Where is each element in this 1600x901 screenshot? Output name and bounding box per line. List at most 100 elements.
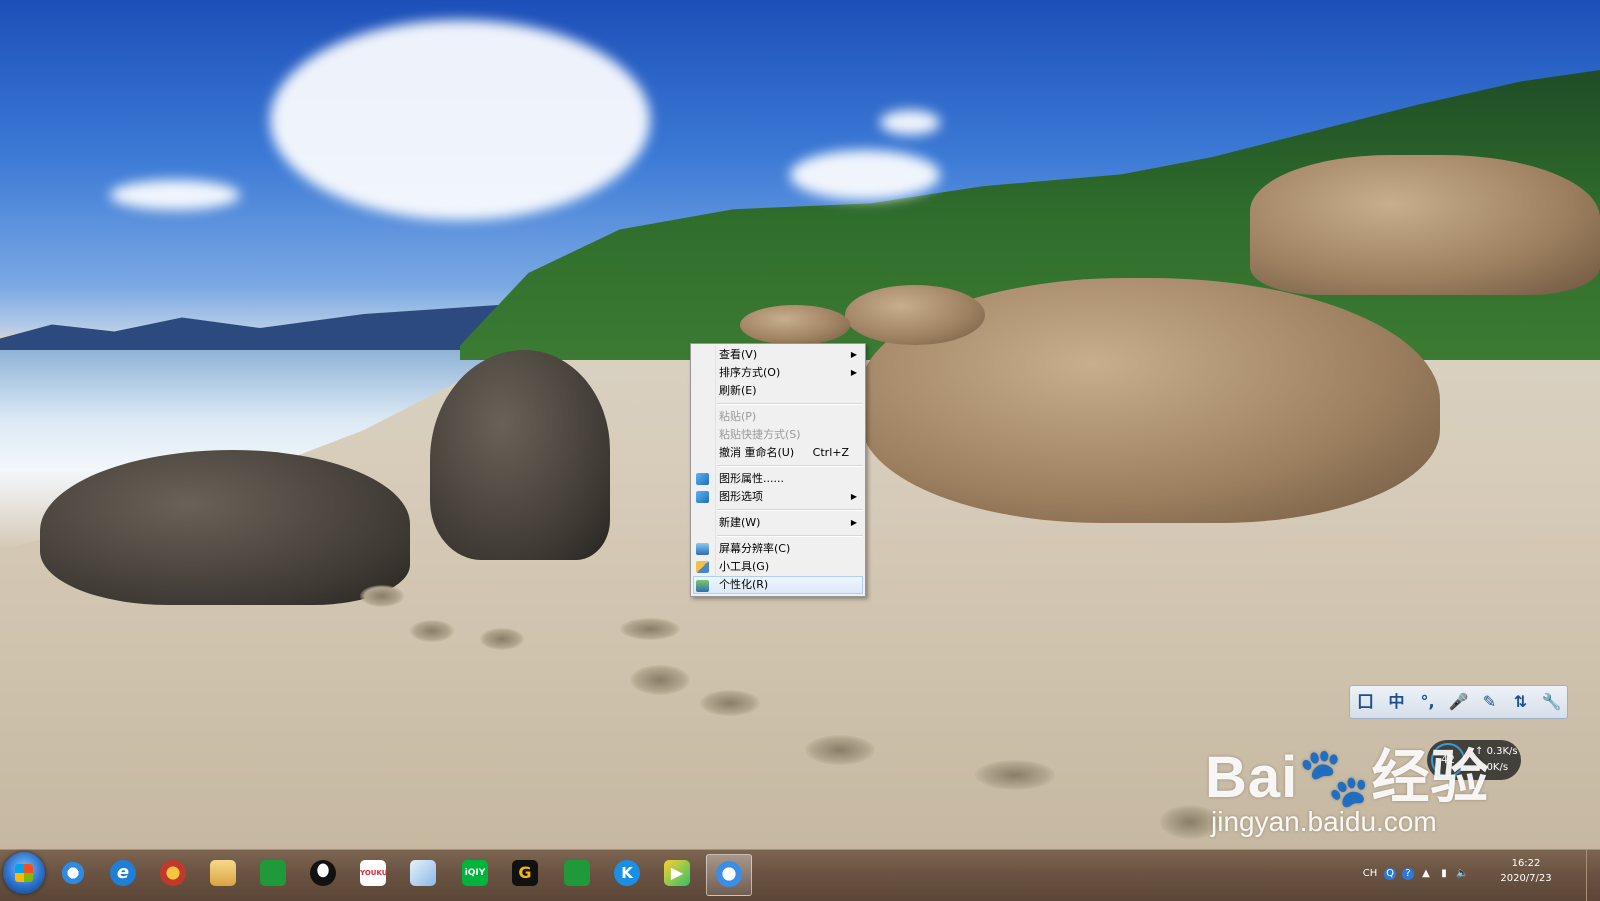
- menu-item-label: 撤消 重命名(U): [719, 446, 795, 459]
- game-icon: [160, 860, 186, 886]
- taskbar-app-active[interactable]: [706, 854, 752, 896]
- menu-item-label: 刷新(E): [719, 384, 757, 397]
- boulder-behind-menu: [740, 305, 850, 345]
- menu-item-graphics-options[interactable]: 图形选项 ▶: [691, 488, 865, 506]
- menu-separator: [717, 465, 863, 467]
- taskbar: e YOUKU iQIY G K ▶ CH Q ? ▲ ▮ 🔈 16:22 20…: [0, 849, 1600, 901]
- baidu-jingyan-watermark: Bai🐾经验 jingyan.baidu.com: [1205, 730, 1489, 838]
- taskbar-app-youku[interactable]: YOUKU: [351, 854, 395, 894]
- tray-expand-icon[interactable]: ▲: [1420, 868, 1432, 880]
- windows-logo-icon: [15, 864, 33, 882]
- language-indicator[interactable]: CH: [1362, 868, 1378, 880]
- watermark-brand: Bai🐾经验: [1205, 745, 1490, 810]
- taskbar-app-iqiyi[interactable]: iQIY: [453, 854, 497, 894]
- cloud: [880, 110, 940, 135]
- menu-item-label: 查看(V): [719, 348, 758, 361]
- video-player-icon: ▶: [664, 860, 690, 886]
- menu-item-label: 新建(W): [719, 516, 761, 529]
- system-clock[interactable]: 16:22 2020/7/23: [1496, 856, 1556, 886]
- menu-separator: [717, 403, 863, 405]
- menu-item-undo-rename[interactable]: 撤消 重命名(U) Ctrl+Z: [691, 444, 865, 462]
- menu-item-gadgets[interactable]: 小工具(G): [691, 558, 865, 576]
- menu-item-graphics-properties[interactable]: 图形属性......: [691, 470, 865, 488]
- footprint: [360, 585, 404, 607]
- ime-settings-icon[interactable]: 🔧: [1540, 690, 1564, 714]
- boulder-cluster: [1250, 155, 1600, 295]
- kugou-icon: K: [614, 860, 640, 886]
- taskbar-app-green-app-2[interactable]: [555, 854, 599, 894]
- ime-punctuation-icon[interactable]: °,: [1416, 690, 1440, 714]
- taskbar-app-green-app[interactable]: [251, 854, 295, 894]
- menu-item-label: 排序方式(O): [719, 366, 781, 379]
- baidu-netdisk-icon: [60, 860, 86, 886]
- ime-chinese-mode-icon[interactable]: 中: [1385, 690, 1409, 714]
- download-speed-value: 0K/s: [1486, 762, 1509, 773]
- menu-item-label: 粘贴(P): [719, 410, 757, 423]
- menu-item-label: 屏幕分辨率(C): [719, 542, 791, 555]
- menu-item-refresh[interactable]: 刷新(E): [691, 382, 865, 400]
- taskbar-app-internet-explorer[interactable]: e: [101, 854, 145, 894]
- small-boulder: [845, 285, 985, 345]
- taskbar-app-kugou[interactable]: K: [605, 854, 649, 894]
- lying-rock: [40, 450, 410, 605]
- youku-icon: YOUKU: [360, 860, 387, 886]
- menu-separator: [717, 509, 863, 511]
- g-app-icon: G: [512, 860, 538, 886]
- menu-item-sort-by[interactable]: 排序方式(O) ▶: [691, 364, 865, 382]
- taskbar-app-video-player[interactable]: ▶: [655, 854, 699, 894]
- start-button[interactable]: [3, 852, 45, 894]
- ime-toolbar: 囗 中 °, 🎤 ✎ ⇅ 🔧: [1349, 685, 1568, 719]
- volume-icon[interactable]: 🔈: [1456, 868, 1468, 880]
- taskbar-app-qq[interactable]: [301, 854, 345, 894]
- menu-separator: [717, 535, 863, 537]
- active-app-icon: [716, 861, 742, 887]
- menu-item-screen-resolution[interactable]: 屏幕分辨率(C): [691, 540, 865, 558]
- green-app-2-icon: [564, 860, 590, 886]
- taskbar-app-game[interactable]: [151, 854, 195, 894]
- green-app-icon: [260, 860, 286, 886]
- footprint: [630, 665, 690, 695]
- show-desktop-button[interactable]: [1586, 850, 1600, 901]
- taskbar-app-file-explorer[interactable]: [201, 854, 245, 894]
- menu-item-view[interactable]: 查看(V) ▶: [691, 346, 865, 364]
- footprint: [410, 620, 454, 642]
- footprint: [480, 628, 524, 650]
- screen-resolution-icon: [696, 543, 709, 555]
- menu-item-label: 图形选项: [719, 490, 763, 503]
- ime-voice-icon[interactable]: 🎤: [1447, 690, 1471, 714]
- taskbar-app-g[interactable]: G: [503, 854, 547, 894]
- upload-speed-value: 0.3K/s: [1486, 746, 1518, 757]
- menu-item-shortcut: Ctrl+Z: [812, 446, 849, 459]
- ime-screenshot-icon[interactable]: 囗: [1354, 690, 1378, 714]
- cloud: [790, 150, 940, 200]
- menu-item-personalize[interactable]: 个性化(R): [693, 576, 863, 594]
- menu-item-new[interactable]: 新建(W) ▶: [691, 514, 865, 532]
- cloud: [110, 180, 240, 210]
- clock-date: 2020/7/23: [1500, 873, 1552, 884]
- help-icon[interactable]: ?: [1402, 868, 1414, 880]
- qq-penguin-icon: [310, 860, 336, 886]
- taskbar-app-baidu-netdisk[interactable]: [51, 854, 95, 894]
- footprint: [700, 690, 760, 716]
- ime-q-icon[interactable]: Q: [1384, 868, 1396, 880]
- menu-item-label: 小工具(G): [719, 560, 770, 573]
- paper-plane-icon: [410, 860, 436, 886]
- personalize-icon: [696, 580, 709, 592]
- clock-time: 16:22: [1511, 858, 1541, 869]
- ime-handwriting-icon[interactable]: ✎: [1478, 690, 1502, 714]
- menu-item-label: 图形属性......: [719, 472, 784, 485]
- footprint: [620, 618, 680, 640]
- ime-switch-icon[interactable]: ⇅: [1509, 690, 1533, 714]
- submenu-arrow-icon: ▶: [850, 492, 857, 501]
- graphics-options-icon: [696, 491, 709, 503]
- network-icon[interactable]: ▮: [1438, 868, 1450, 880]
- desktop-context-menu: 查看(V) ▶ 排序方式(O) ▶ 刷新(E) 粘贴(P) 粘贴快捷方式(S) …: [690, 343, 866, 597]
- internet-explorer-icon: e: [110, 860, 136, 886]
- submenu-arrow-icon: ▶: [850, 368, 857, 377]
- menu-item-paste[interactable]: 粘贴(P): [691, 408, 865, 426]
- footprint: [975, 760, 1055, 790]
- submenu-arrow-icon: ▶: [850, 518, 857, 527]
- taskbar-app-paper-plane[interactable]: [401, 854, 445, 894]
- file-explorer-icon: [210, 860, 236, 886]
- menu-item-paste-shortcut[interactable]: 粘贴快捷方式(S): [691, 426, 865, 444]
